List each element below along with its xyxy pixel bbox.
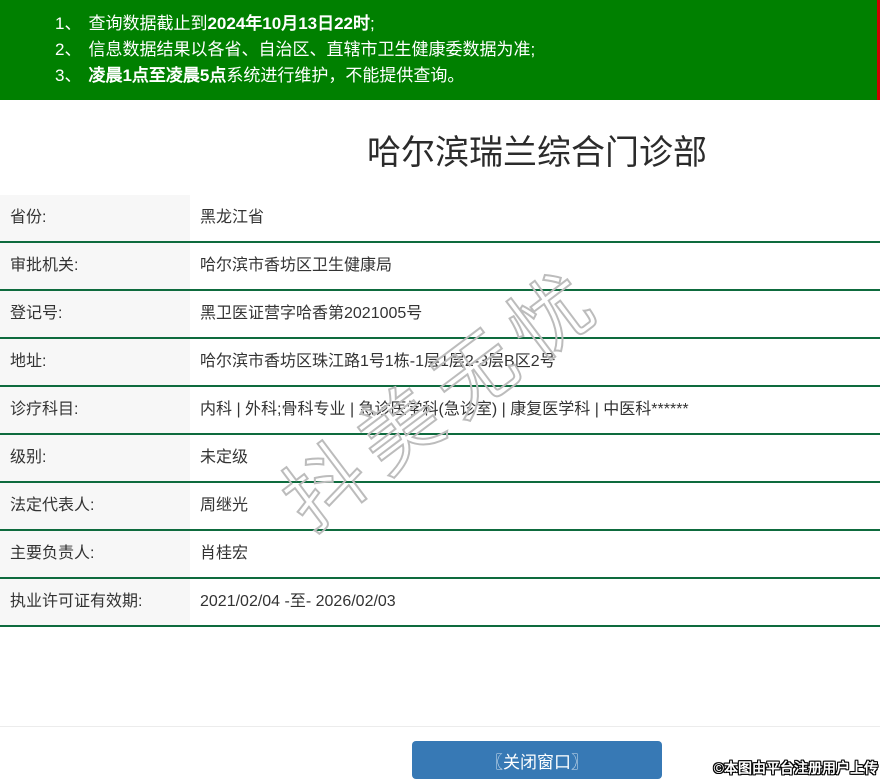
institution-info-table: 省份: 黑龙江省 审批机关: 哈尔滨市香坊区卫生健康局 登记号: 黑卫医证营字哈… (0, 195, 880, 627)
close-window-button[interactable]: 〖关闭窗口〗 (412, 741, 662, 779)
main-content: 哈尔滨瑞兰综合门诊部 省份: 黑龙江省 审批机关: 哈尔滨市香坊区卫生健康局 登… (0, 133, 880, 779)
table-row: 登记号: 黑卫医证营字哈香第2021005号 (0, 290, 880, 338)
row-label: 省份: (0, 195, 190, 242)
notice-line-3-number: 3、 (55, 66, 82, 85)
notice-line-3-bold: 凌晨1点至凌晨5点 (88, 66, 227, 85)
notice-line-1: 1、 查询数据截止到2024年10月13日22时; (55, 11, 880, 37)
table-row: 地址: 哈尔滨市香坊区珠江路1号1栋-1层1层2-3层B区2号 (0, 338, 880, 386)
row-value: 2021/02/04 -至- 2026/02/03 (200, 593, 396, 610)
notice-line-1-text: 查询数据截止到 (88, 14, 208, 33)
row-value: 周继光 (200, 497, 249, 514)
row-value: 哈尔滨市香坊区卫生健康局 (200, 257, 393, 274)
table-row: 级别: 未定级 (0, 434, 880, 482)
photo-credit-watermark: ©本图由平台注册用户上传 (713, 760, 878, 776)
notice-line-2-text: 信息数据结果以各省、自治区、直辖市卫生健康委数据为准; (88, 40, 536, 59)
row-label: 主要负责人: (0, 530, 190, 578)
notice-line-1-bold: 2024年10月13日22时 (207, 14, 371, 33)
row-value: 哈尔滨市香坊区珠江路1号1栋-1层1层2-3层B区2号 (200, 353, 556, 370)
table-row: 省份: 黑龙江省 (0, 195, 880, 242)
table-row: 主要负责人: 肖桂宏 (0, 530, 880, 578)
notice-banner: 1、 查询数据截止到2024年10月13日22时; 2、 信息数据结果以各省、自治区… (0, 0, 880, 100)
row-label: 登记号: (0, 290, 190, 338)
table-row: 执业许可证有效期: 2021/02/04 -至- 2026/02/03 (0, 578, 880, 626)
row-label: 级别: (0, 434, 190, 482)
notice-line-1-suffix: ; (370, 14, 375, 33)
table-row: 诊疗科目: 内科 | 外科;骨科专业 | 急诊医学科(急诊室) | 康复医学科 … (0, 386, 880, 434)
notice-line-2: 2、 信息数据结果以各省、自治区、直辖市卫生健康委数据为准; (55, 37, 880, 63)
table-row: 审批机关: 哈尔滨市香坊区卫生健康局 (0, 242, 880, 290)
row-value: 黑卫医证营字哈香第2021005号 (200, 305, 423, 322)
notice-line-3: 3、 凌晨1点至凌晨5点系统进行维护，不能提供查询。 (55, 63, 880, 89)
row-value: 肖桂宏 (200, 545, 249, 562)
row-label: 法定代表人: (0, 482, 190, 530)
table-row: 法定代表人: 周继光 (0, 482, 880, 530)
row-label: 审批机关: (0, 242, 190, 290)
notice-line-3-suffix: 系统进行维护，不能提供查询。 (226, 66, 465, 85)
footer-divider (0, 726, 880, 727)
row-value: 未定级 (200, 449, 249, 466)
notice-line-1-number: 1、 (55, 14, 82, 33)
row-label: 诊疗科目: (0, 386, 190, 434)
row-label: 执业许可证有效期: (0, 578, 190, 626)
row-value: 黑龙江省 (200, 209, 265, 226)
page-title: 哈尔滨瑞兰综合门诊部 (367, 134, 707, 172)
row-value: 内科 | 外科;骨科专业 | 急诊医学科(急诊室) | 康复医学科 | 中医科*… (200, 401, 689, 418)
row-label: 地址: (0, 338, 190, 386)
notice-line-2-number: 2、 (55, 40, 82, 59)
